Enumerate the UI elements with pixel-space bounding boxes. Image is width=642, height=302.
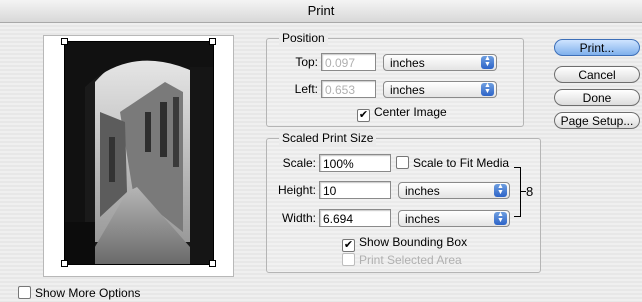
checkmark-icon: ✔	[357, 109, 370, 122]
width-field[interactable]: 6.694	[319, 209, 391, 227]
bbox-handle-br[interactable]	[209, 260, 216, 267]
show-bounding-box-checkbox[interactable]: ✔ Show Bounding Box	[342, 235, 467, 252]
print-button[interactable]: Print...	[554, 39, 640, 56]
print-dialog: Position Top: 0.097 inches ▲ ▼ Left: 0.65…	[0, 23, 642, 302]
window-title: Print	[0, 0, 642, 23]
scale-label: Scale:	[282, 156, 316, 170]
alley-photo	[65, 42, 213, 264]
bbox-handle-bl[interactable]	[61, 260, 68, 267]
popup-arrows-icon: ▲ ▼	[481, 82, 494, 96]
left-unit-popup[interactable]: inches ▲ ▼	[383, 81, 497, 98]
center-image-label: Center Image	[374, 105, 447, 119]
print-selected-area-checkbox[interactable]: Print Selected Area	[342, 253, 462, 267]
top-field[interactable]: 0.097	[321, 53, 376, 71]
done-button[interactable]: Done	[554, 89, 640, 106]
scale-field[interactable]: 100%	[319, 154, 391, 172]
left-field[interactable]: 0.653	[321, 80, 376, 98]
scaled-print-size-legend: Scaled Print Size	[279, 131, 377, 145]
left-label: Left:	[294, 82, 318, 96]
top-unit-value: inches	[390, 56, 425, 70]
cancel-button[interactable]: Cancel	[554, 66, 640, 83]
show-more-options-label: Show More Options	[35, 286, 141, 300]
height-unit-popup[interactable]: inches ▲ ▼	[398, 182, 510, 199]
center-image-checkbox[interactable]: ✔ Center Image	[357, 105, 447, 122]
chain-link-icon: 8	[526, 184, 534, 199]
print-selected-area-label: Print Selected Area	[359, 253, 462, 267]
bbox-handle-tl[interactable]	[61, 38, 68, 45]
popup-arrows-icon: ▲ ▼	[494, 183, 507, 197]
left-unit-value: inches	[390, 83, 425, 97]
top-unit-popup[interactable]: inches ▲ ▼	[383, 54, 497, 71]
top-label: Top:	[295, 55, 318, 69]
width-unit-value: inches	[405, 212, 440, 226]
scale-to-fit-label: Scale to Fit Media	[413, 156, 510, 170]
show-bounding-box-label: Show Bounding Box	[359, 235, 468, 249]
preview-image[interactable]	[64, 41, 214, 265]
constrain-bracket	[514, 167, 521, 217]
page-setup-button[interactable]: Page Setup...	[554, 112, 640, 129]
position-legend: Position	[279, 31, 328, 45]
bbox-handle-tr[interactable]	[209, 38, 216, 45]
show-more-options-checkbox[interactable]: Show More Options	[18, 286, 140, 300]
height-field[interactable]: 10	[319, 181, 391, 199]
popup-arrows-icon: ▲ ▼	[494, 211, 507, 225]
height-unit-value: inches	[405, 184, 440, 198]
height-label: Height:	[277, 183, 316, 197]
width-label: Width:	[281, 211, 316, 225]
checkmark-icon: ✔	[342, 239, 355, 252]
popup-arrows-icon: ▲ ▼	[481, 55, 494, 69]
width-unit-popup[interactable]: inches ▲ ▼	[398, 210, 510, 227]
scale-to-fit-checkbox[interactable]: Scale to Fit Media	[396, 156, 509, 170]
